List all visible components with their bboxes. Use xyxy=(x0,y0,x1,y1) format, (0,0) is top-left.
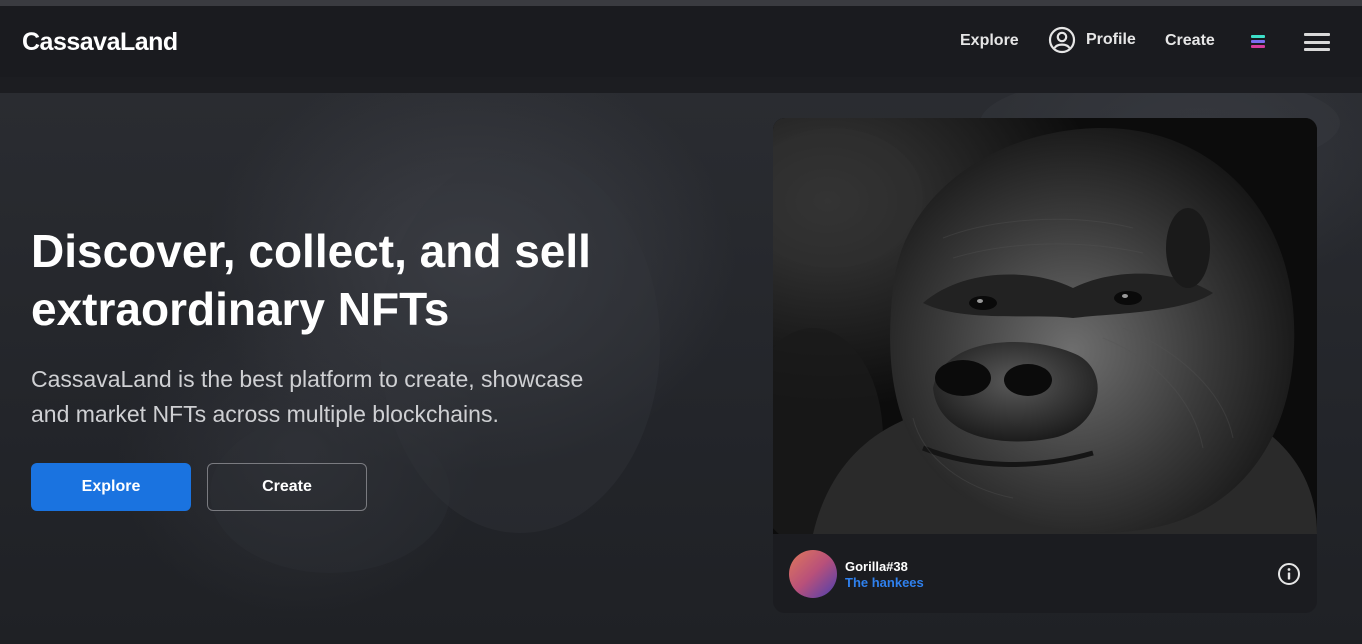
info-icon[interactable] xyxy=(1277,562,1301,586)
profile-icon xyxy=(1048,26,1076,54)
explore-button[interactable]: Explore xyxy=(31,463,191,511)
nft-image[interactable] xyxy=(773,118,1317,548)
nav-explore-link[interactable]: Explore xyxy=(960,32,1019,50)
featured-nft-card[interactable]: Gorilla#38 The hankees xyxy=(773,118,1317,613)
hero-headline: Discover, collect, and sell extraordinar… xyxy=(31,222,651,338)
nav-profile-link[interactable]: Profile xyxy=(1048,26,1136,54)
nft-collection-link[interactable]: The hankees xyxy=(845,575,924,590)
gorilla-photo-illustration xyxy=(773,118,1317,548)
nav-create-link[interactable]: Create xyxy=(1165,32,1215,50)
create-button[interactable]: Create xyxy=(207,463,367,511)
nft-card-footer: Gorilla#38 The hankees xyxy=(773,534,1317,613)
hero-headline-line-1: Discover, collect, and sell xyxy=(31,225,591,277)
site-logo[interactable]: CassavaLand xyxy=(22,28,178,57)
nft-title[interactable]: Gorilla#38 xyxy=(845,559,908,574)
hero-subtext: CassavaLand is the best platform to crea… xyxy=(31,362,631,432)
hero-subtext-line-2: and market NFTs across multiple blockcha… xyxy=(31,401,499,427)
chain-icon[interactable] xyxy=(1249,32,1267,50)
hero-subtext-line-1: CassavaLand is the best platform to crea… xyxy=(31,366,584,392)
navbar: CassavaLand Explore Profile Create xyxy=(0,6,1362,77)
creator-avatar[interactable] xyxy=(789,550,837,598)
hero-headline-line-2: extraordinary NFTs xyxy=(31,283,450,335)
hamburger-menu-icon[interactable] xyxy=(1304,33,1330,51)
nav-profile-label: Profile xyxy=(1086,31,1136,48)
